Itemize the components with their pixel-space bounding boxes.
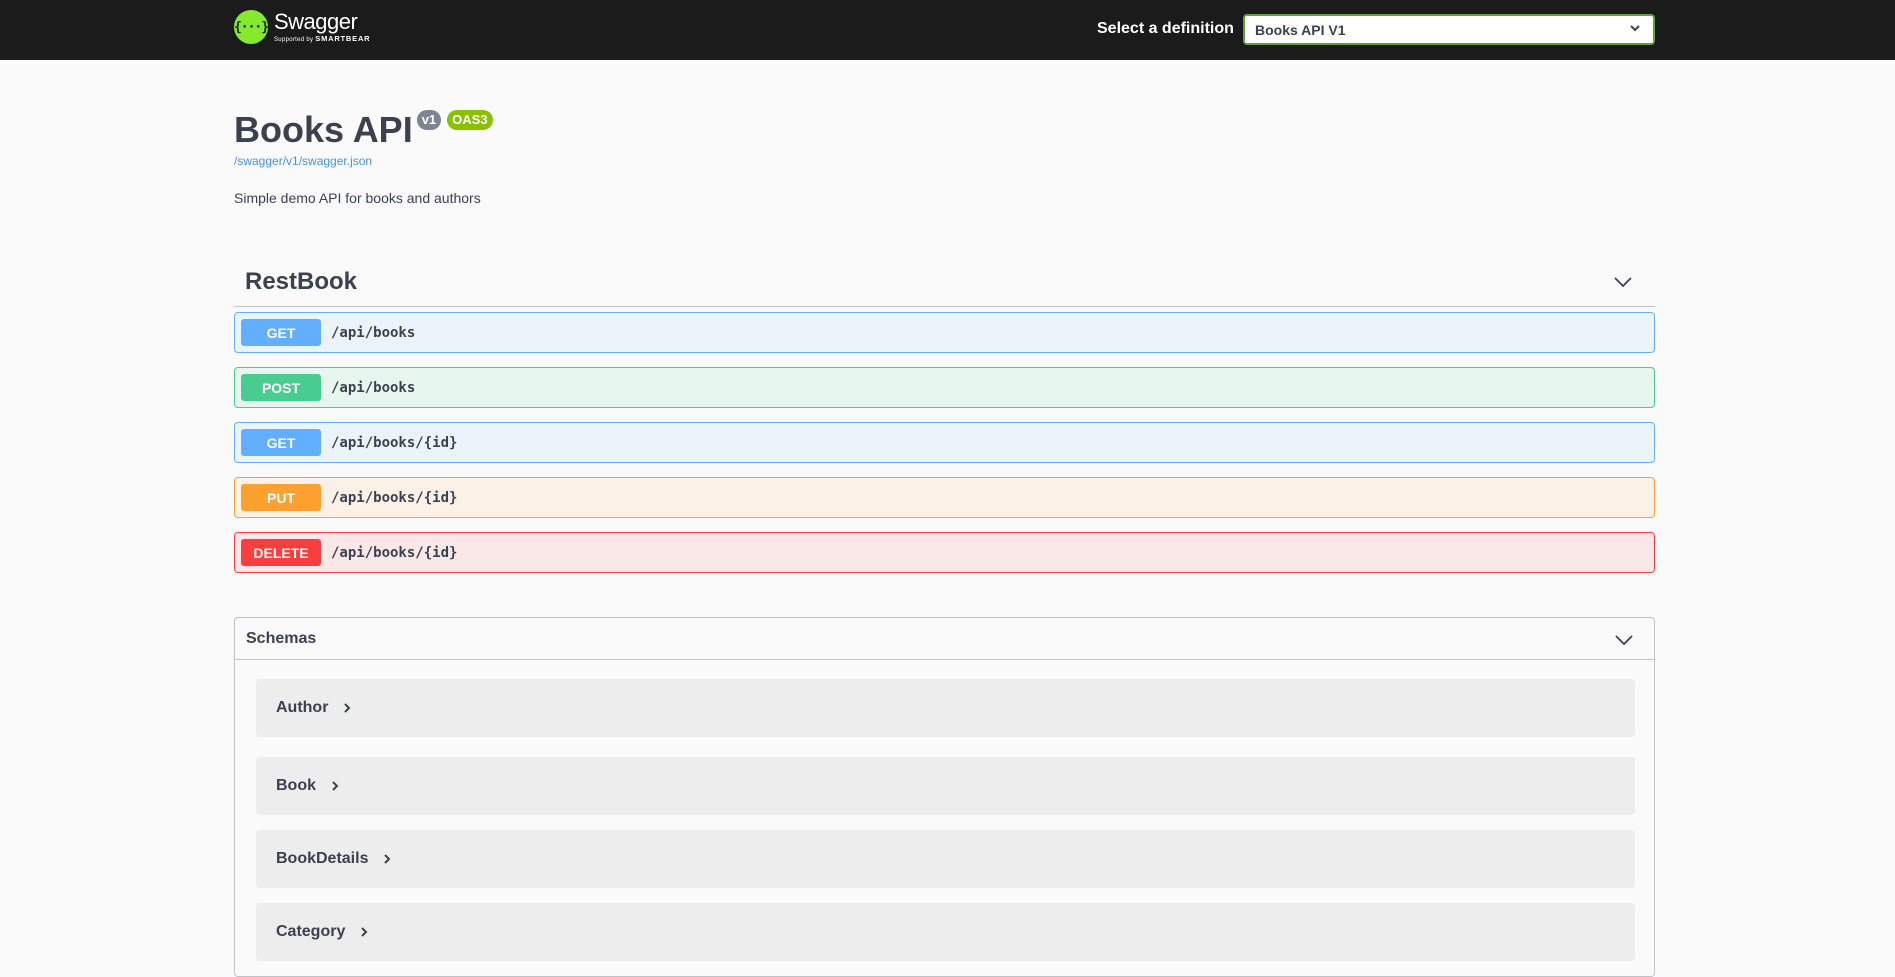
model-name: Author <box>276 699 329 716</box>
schema-model-author[interactable]: Author <box>256 679 1635 737</box>
operation-path: /api/books/{id} <box>331 434 458 451</box>
swagger-braces-icon: {···} <box>234 10 269 44</box>
operation-path: /api/books/{id} <box>331 489 458 506</box>
method-badge: PUT <box>241 484 321 511</box>
operation-delete-book-by-id[interactable]: DELETE /api/books/{id} <box>234 532 1655 573</box>
schemas-title: Schemas <box>246 630 317 647</box>
method-badge: GET <box>241 319 321 346</box>
chevron-down-icon[interactable] <box>1614 630 1634 650</box>
logo-sub-prefix: Supported by <box>274 37 314 43</box>
operation-path: /api/books/{id} <box>331 544 458 561</box>
schema-model-category[interactable]: Category <box>256 903 1635 961</box>
version-badge: v1 <box>416 110 442 130</box>
operation-path: /api/books <box>331 379 416 396</box>
model-name: Book <box>276 777 316 794</box>
operation-get-book-by-id[interactable]: GET /api/books/{id} <box>234 422 1655 463</box>
api-info: Books API v1 OAS3 /swagger/v1/swagger.js… <box>234 108 493 168</box>
schemas-section: Schemas Author Book BookDetails Category <box>234 617 1655 977</box>
definition-select[interactable]: Books API V1 <box>1243 14 1655 45</box>
title-row: Books API v1 OAS3 <box>234 108 493 152</box>
schema-model-bookdetails[interactable]: BookDetails <box>256 830 1635 888</box>
api-description: Simple demo API for books and authors <box>234 190 481 206</box>
method-badge: GET <box>241 429 321 456</box>
operation-post-books[interactable]: POST /api/books <box>234 367 1655 408</box>
model-name: Category <box>276 923 346 940</box>
chevron-down-icon <box>1630 25 1640 32</box>
operation-path: /api/books <box>331 324 416 341</box>
chevron-right-icon <box>361 927 368 937</box>
swagger-logo[interactable]: {···} Swagger Supported by SMARTBEAR <box>234 10 370 44</box>
spec-json-link[interactable]: /swagger/v1/swagger.json <box>234 154 493 168</box>
schemas-header[interactable]: Schemas <box>235 618 1654 660</box>
schema-model-book[interactable]: Book <box>256 757 1635 815</box>
logo-sub-brand: SMARTBEAR <box>315 34 371 43</box>
oas-badge: OAS3 <box>447 110 493 130</box>
logo-subtitle: Supported by SMARTBEAR <box>274 34 370 43</box>
tag-title: RestBook <box>245 268 358 295</box>
definition-label: Select a definition <box>1097 20 1234 37</box>
page-title: Books API <box>234 109 413 150</box>
logo-text: Swagger Supported by SMARTBEAR <box>274 9 370 44</box>
tag-header-restbook[interactable]: RestBook <box>234 258 1655 307</box>
definition-selected-value: Books API V1 <box>1255 22 1346 38</box>
chevron-down-icon[interactable] <box>1613 272 1633 292</box>
chevron-right-icon <box>344 703 351 713</box>
method-badge: DELETE <box>241 539 321 566</box>
topbar: {···} Swagger Supported by SMARTBEAR Sel… <box>0 0 1895 60</box>
logo-title: Swagger <box>274 9 358 34</box>
operation-put-book-by-id[interactable]: PUT /api/books/{id} <box>234 477 1655 518</box>
operation-get-books[interactable]: GET /api/books <box>234 312 1655 353</box>
chevron-right-icon <box>332 781 339 791</box>
method-badge: POST <box>241 374 321 401</box>
model-name: BookDetails <box>276 850 369 867</box>
chevron-right-icon <box>384 854 391 864</box>
